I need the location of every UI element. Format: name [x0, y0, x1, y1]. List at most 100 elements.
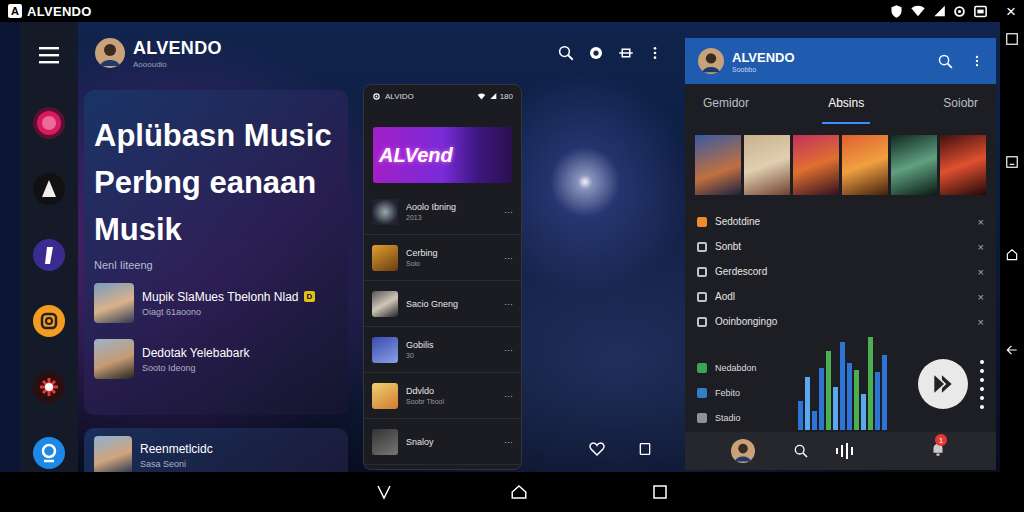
home-icon[interactable]: [508, 483, 530, 501]
screen-edge: [0, 22, 20, 472]
purple-app-icon[interactable]: [32, 238, 66, 272]
overview-icon[interactable]: [651, 483, 669, 501]
avatar-icon[interactable]: [95, 38, 125, 68]
phone-list-item[interactable]: Sacio Gneng···: [364, 281, 521, 327]
remove-button[interactable]: ×: [978, 266, 984, 278]
phone-item-text: DdvldoSoobr Tbool: [406, 386, 496, 405]
avatar-icon[interactable]: [731, 439, 755, 463]
album-cover[interactable]: [793, 135, 839, 195]
equalizer-bar: [833, 387, 838, 430]
equalizer-bar: [798, 401, 803, 430]
search-icon[interactable]: [937, 53, 954, 70]
phone-list-item[interactable]: CerbingSoio···: [364, 235, 521, 281]
hero-subtitle: Nenl Iiteeng: [94, 259, 338, 271]
home-icon[interactable]: [1005, 248, 1019, 262]
dot-icon: [980, 378, 984, 382]
player-menu-item[interactable]: Febito: [697, 385, 798, 401]
singer-icon[interactable]: [32, 172, 66, 206]
album-cover[interactable]: [842, 135, 888, 195]
tab[interactable]: Soiobr: [937, 84, 984, 124]
remove-button[interactable]: ×: [978, 316, 984, 328]
equalizer-bar: [882, 355, 887, 430]
remove-button[interactable]: ×: [978, 216, 984, 228]
album-row: [685, 135, 996, 195]
more-button[interactable]: ···: [504, 345, 513, 355]
tab[interactable]: Gemidor: [697, 84, 755, 124]
player-list-item[interactable]: Ooinbongingo×: [685, 309, 996, 334]
search-icon[interactable]: [557, 44, 575, 62]
player-list-item[interactable]: Sonbt ×: [685, 234, 996, 259]
track-thumb: [372, 245, 398, 271]
phone-status-icons: 180: [477, 92, 513, 101]
phone-title: ALVIDO: [385, 92, 414, 101]
phone-list-item[interactable]: Aoolo Ibning2013 ···: [364, 189, 521, 235]
back-triangle-icon[interactable]: [374, 483, 394, 501]
more-button[interactable]: ···: [504, 437, 513, 447]
remove-button[interactable]: ×: [978, 241, 984, 253]
window-icon[interactable]: [1005, 32, 1019, 46]
item-label: Sonbt: [715, 241, 970, 252]
equalizer: [798, 334, 888, 430]
player-list-item[interactable]: Sedotdine×: [685, 209, 996, 234]
phone-item-title: Aoolo Ibning: [406, 202, 496, 212]
player-bottom-bar: 1: [685, 432, 996, 470]
menu-item-label: Nedabdon: [715, 363, 757, 373]
hero-item-title: Dedotak Yelebabark: [142, 346, 249, 360]
more-button[interactable]: ···: [504, 391, 513, 401]
more-icon[interactable]: [970, 53, 984, 69]
more-button[interactable]: ···: [504, 299, 513, 309]
equalizer-track: [882, 334, 887, 430]
navigation-bar: [0, 472, 1024, 512]
phone-list-item[interactable]: DdvldoSoobr Tbool ···: [364, 373, 521, 419]
hero-item[interactable]: Dedotak YelebabarkSooto Ideong: [94, 339, 338, 379]
more-button[interactable]: ···: [504, 207, 513, 217]
app-logo: A: [8, 4, 22, 18]
play-button[interactable]: [918, 359, 968, 409]
square-icon[interactable]: [637, 441, 653, 457]
phone-banner[interactable]: ALVend: [373, 127, 512, 183]
chat-icon[interactable]: [587, 44, 605, 62]
app-icon: [372, 92, 381, 101]
instagram-icon[interactable]: [32, 304, 66, 338]
equalizer-track: [812, 334, 817, 430]
notifications[interactable]: 1: [929, 440, 947, 462]
options-dots[interactable]: [968, 336, 996, 432]
remove-button[interactable]: ×: [978, 291, 984, 303]
player-menu-item[interactable]: Stadio: [697, 410, 798, 426]
menu-item-icon: [697, 363, 707, 373]
phone-item-text: Aoolo Ibning2013: [406, 202, 496, 221]
search-icon[interactable]: [793, 443, 809, 459]
avatar-icon[interactable]: [698, 48, 724, 74]
recent-icon[interactable]: [1005, 155, 1019, 169]
player-menu-item[interactable]: Nedabdon: [697, 360, 798, 376]
recommend-card[interactable]: ReenmetlcidcSasa Seoni: [84, 428, 348, 472]
album-cover[interactable]: [891, 135, 937, 195]
disco-icon[interactable]: [32, 106, 66, 140]
tab[interactable]: Absins: [822, 84, 870, 124]
player-list-item[interactable]: Aodl×: [685, 284, 996, 309]
phone-list-item[interactable]: Snaloy···: [364, 419, 521, 465]
album-cover[interactable]: [744, 135, 790, 195]
album-cover[interactable]: [940, 135, 986, 195]
hero-item[interactable]: Mupik SlaMues Tbelonh NladDOiagt 61aoono: [94, 283, 338, 323]
menu-icon[interactable]: [39, 46, 59, 64]
waveform-icon[interactable]: [835, 443, 855, 459]
play-icon: [930, 371, 956, 397]
close-button[interactable]: ×: [1004, 3, 1018, 20]
player-list-item[interactable]: Gerdescord×: [685, 259, 996, 284]
equalizer-bar: [847, 363, 852, 430]
header-actions: [557, 44, 663, 62]
location-app-icon[interactable]: [32, 436, 66, 470]
phone-list-item[interactable]: Gobilis30···: [364, 327, 521, 373]
dot-icon: [980, 387, 984, 391]
heart-icon[interactable]: [588, 440, 606, 458]
cast-icon[interactable]: [617, 44, 635, 62]
equalizer-track: [833, 334, 838, 430]
menu-item-icon: [697, 413, 707, 423]
star-burst-icon[interactable]: [32, 370, 66, 404]
more-icon[interactable]: [647, 44, 663, 62]
back-icon[interactable]: [1005, 343, 1019, 357]
album-cover[interactable]: [695, 135, 741, 195]
more-button[interactable]: ···: [504, 253, 513, 263]
equalizer-bar-color: [833, 387, 838, 430]
